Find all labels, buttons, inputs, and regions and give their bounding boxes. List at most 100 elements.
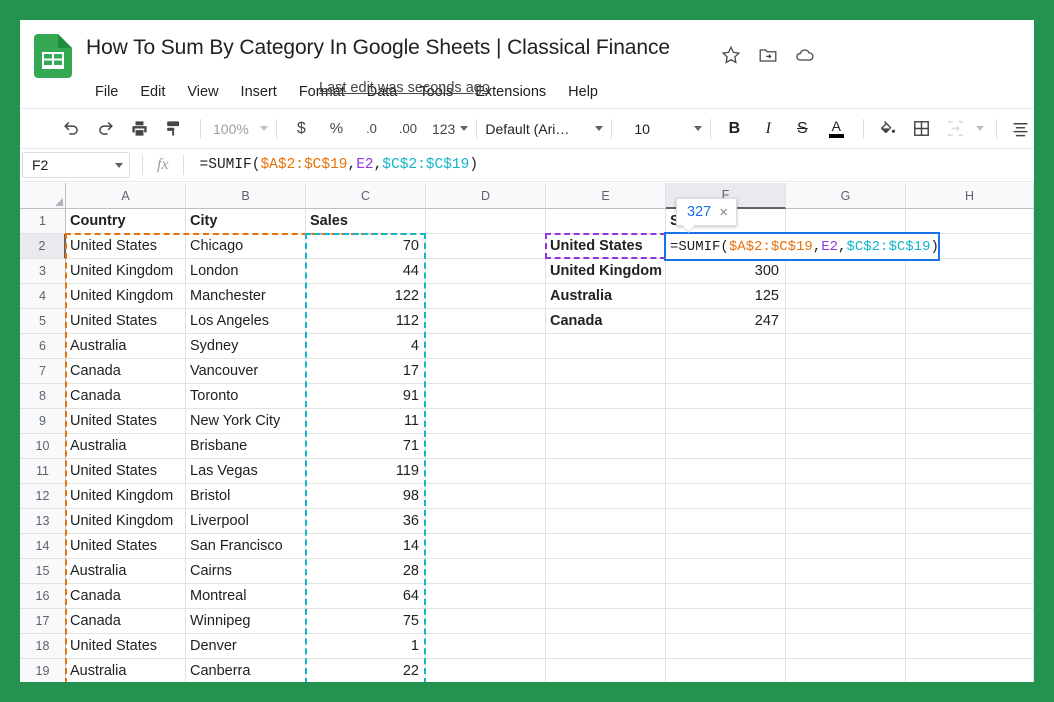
cell-E6[interactable] [546, 334, 666, 359]
cell-D15[interactable] [426, 559, 546, 584]
zoom-control[interactable]: 100% [209, 115, 268, 143]
cell-C10[interactable]: 71 [306, 434, 426, 459]
cell-F10[interactable] [666, 434, 786, 459]
horizontal-align-icon[interactable] [1005, 114, 1034, 144]
cell-C8[interactable]: 91 [306, 384, 426, 409]
cell-B18[interactable]: Denver [186, 634, 306, 659]
cell-D9[interactable] [426, 409, 546, 434]
cell-H18[interactable] [906, 634, 1034, 659]
cell-C11[interactable]: 119 [306, 459, 426, 484]
cell-A15[interactable]: Australia [66, 559, 186, 584]
row-header-17[interactable]: 17 [20, 609, 66, 634]
row-header-1[interactable]: 1 [20, 209, 66, 234]
cell-F16[interactable] [666, 584, 786, 609]
cell-E13[interactable] [546, 509, 666, 534]
cell-B6[interactable]: Sydney [186, 334, 306, 359]
cell-D17[interactable] [426, 609, 546, 634]
document-title[interactable]: How To Sum By Category In Google Sheets … [86, 36, 670, 60]
menu-help[interactable]: Help [557, 84, 609, 100]
cell-G17[interactable] [786, 609, 906, 634]
cell-D13[interactable] [426, 509, 546, 534]
cell-G11[interactable] [786, 459, 906, 484]
cell-B19[interactable]: Canberra [186, 659, 306, 682]
cell-A9[interactable]: United States [66, 409, 186, 434]
cell-A4[interactable]: United Kingdom [66, 284, 186, 309]
column-header-g[interactable]: G [786, 183, 906, 209]
cell-G15[interactable] [786, 559, 906, 584]
cell-H3[interactable] [906, 259, 1034, 284]
cell-H15[interactable] [906, 559, 1034, 584]
cell-F14[interactable] [666, 534, 786, 559]
borders-icon[interactable] [906, 114, 936, 144]
increase-decimal-button[interactable]: .00 [395, 115, 421, 143]
cell-G9[interactable] [786, 409, 906, 434]
cell-F19[interactable] [666, 659, 786, 682]
undo-icon[interactable] [56, 114, 86, 144]
text-color-button[interactable]: A [821, 114, 851, 144]
cell-A13[interactable]: United Kingdom [66, 509, 186, 534]
cell-C5[interactable]: 112 [306, 309, 426, 334]
document-status-cloud-icon[interactable] [794, 44, 816, 66]
cell-B1[interactable]: City [186, 209, 306, 234]
column-header-e[interactable]: E [546, 183, 666, 209]
cell-C14[interactable]: 14 [306, 534, 426, 559]
print-icon[interactable] [124, 114, 154, 144]
menu-file[interactable]: File [84, 84, 129, 100]
currency-format-button[interactable]: $ [293, 115, 310, 143]
cell-D8[interactable] [426, 384, 546, 409]
cell-C19[interactable]: 22 [306, 659, 426, 682]
menu-edit[interactable]: Edit [129, 84, 176, 100]
row-header-9[interactable]: 9 [20, 409, 66, 434]
cell-G13[interactable] [786, 509, 906, 534]
cell-G3[interactable] [786, 259, 906, 284]
cell-C13[interactable]: 36 [306, 509, 426, 534]
cell-A12[interactable]: United Kingdom [66, 484, 186, 509]
cell-F8[interactable] [666, 384, 786, 409]
cell-C12[interactable]: 98 [306, 484, 426, 509]
cell-H9[interactable] [906, 409, 1034, 434]
cell-B8[interactable]: Toronto [186, 384, 306, 409]
row-header-3[interactable]: 3 [20, 259, 66, 284]
bold-button[interactable]: B [719, 114, 749, 144]
cell-C6[interactable]: 4 [306, 334, 426, 359]
cell-H19[interactable] [906, 659, 1034, 682]
cell-F3[interactable]: 300 [666, 259, 786, 284]
cell-D3[interactable] [426, 259, 546, 284]
cell-H14[interactable] [906, 534, 1034, 559]
row-header-16[interactable]: 16 [20, 584, 66, 609]
row-header-8[interactable]: 8 [20, 384, 66, 409]
cell-C7[interactable]: 17 [306, 359, 426, 384]
cell-D12[interactable] [426, 484, 546, 509]
column-header-c[interactable]: C [306, 183, 426, 209]
font-size-selector[interactable]: 10 [620, 115, 702, 143]
cell-B13[interactable]: Liverpool [186, 509, 306, 534]
cell-A5[interactable]: United States [66, 309, 186, 334]
cell-F18[interactable] [666, 634, 786, 659]
cell-G6[interactable] [786, 334, 906, 359]
cell-G12[interactable] [786, 484, 906, 509]
cell-E15[interactable] [546, 559, 666, 584]
cell-E5[interactable]: Canada [546, 309, 666, 334]
cell-C18[interactable]: 1 [306, 634, 426, 659]
close-icon[interactable]: × [719, 205, 728, 220]
cell-A3[interactable]: United Kingdom [66, 259, 186, 284]
row-header-6[interactable]: 6 [20, 334, 66, 359]
cell-D14[interactable] [426, 534, 546, 559]
cell-E11[interactable] [546, 459, 666, 484]
cell-H6[interactable] [906, 334, 1034, 359]
cell-C16[interactable]: 64 [306, 584, 426, 609]
cell-E2[interactable]: United States [546, 234, 666, 259]
cell-D7[interactable] [426, 359, 546, 384]
row-header-5[interactable]: 5 [20, 309, 66, 334]
cell-D18[interactable] [426, 634, 546, 659]
cell-A6[interactable]: Australia [66, 334, 186, 359]
cell-A18[interactable]: United States [66, 634, 186, 659]
cell-E14[interactable] [546, 534, 666, 559]
cell-D19[interactable] [426, 659, 546, 682]
star-icon[interactable] [720, 44, 742, 66]
cell-H12[interactable] [906, 484, 1034, 509]
cell-F5[interactable]: 247 [666, 309, 786, 334]
column-header-h[interactable]: H [906, 183, 1034, 209]
cell-F17[interactable] [666, 609, 786, 634]
cell-B16[interactable]: Montreal [186, 584, 306, 609]
